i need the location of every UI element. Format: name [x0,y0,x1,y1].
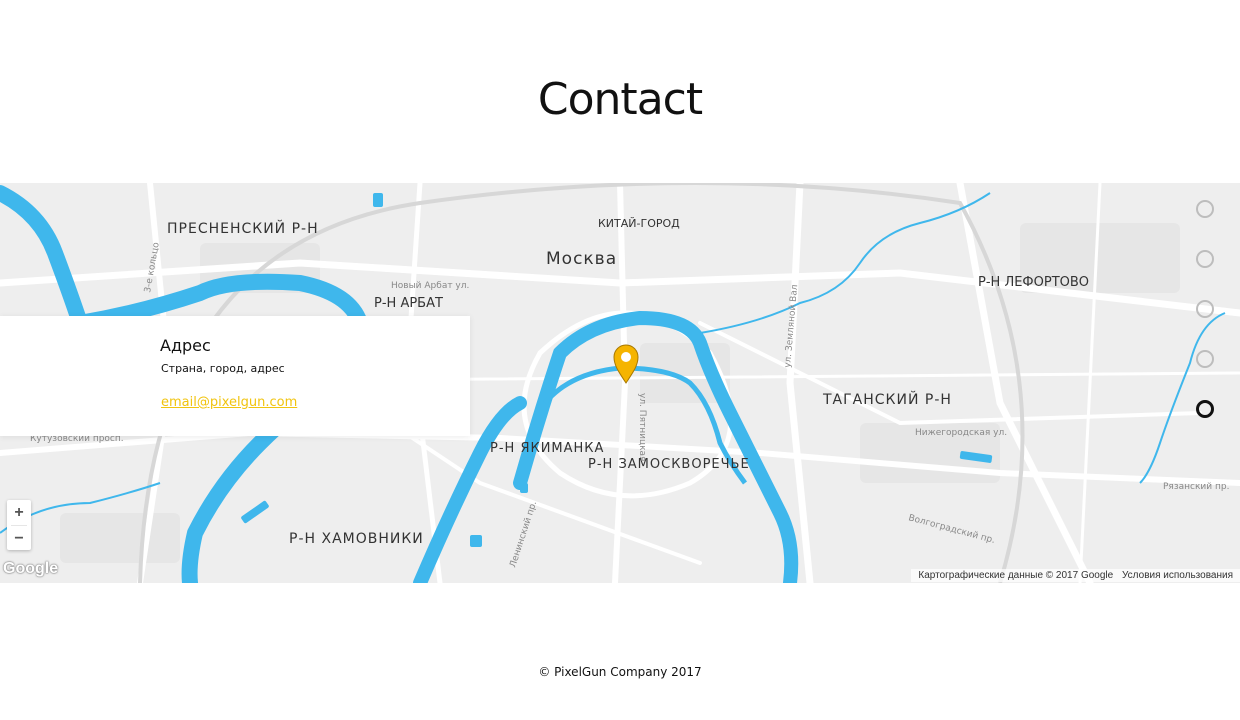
label-khamovniki: Р-Н ХАМОВНИКИ [289,531,424,547]
label-zamoskvorechye: Р-Н ЗАМОСКВОРЕЧЬЕ [588,457,750,472]
label-tagansky: ТАГАНСКИЙ Р-Н [822,390,952,408]
nav-dot-3[interactable] [1196,300,1214,318]
nav-dot-2[interactable] [1196,250,1214,268]
zoom-out-button[interactable]: − [7,526,31,551]
map[interactable]: ПРЕСНЕНСКИЙ Р-Н КИТАЙ-ГОРОД Москва Р-Н А… [0,183,1240,583]
label-kitai-gorod: КИТАЙ-ГОРОД [598,217,680,230]
email-link[interactable]: email@pixelgun.com [161,395,297,410]
page-title: Contact [537,74,703,125]
label-moskva: Москва [546,249,617,269]
address-text: Страна, город, адрес [161,362,285,375]
zoom-control: + − [7,500,31,550]
contact-card: Адрес Страна, город, адрес email@pixelgu… [0,316,470,436]
nav-dot-1[interactable] [1196,200,1214,218]
label-yakimanka: Р-Н ЯКИМАНКА [490,441,604,456]
zoom-in-button[interactable]: + [7,500,31,525]
street-ryazansky: Рязанский пр. [1163,482,1229,492]
label-presnensky: ПРЕСНЕНСКИЙ Р-Н [167,219,319,237]
label-arbat: Р-Н АРБАТ [374,296,443,311]
label-lefortovo: Р-Н ЛЕФОРТОВО [978,275,1089,290]
street-nizhegorodskaya: Нижегородская ул. [915,428,1007,438]
street-pyatnitskaya: ул. Пятницкая [637,393,647,461]
footer-copyright: © PixelGun Company 2017 [538,665,702,679]
google-logo[interactable]: Google [3,560,58,578]
nav-dot-4[interactable] [1196,350,1214,368]
map-attribution: Картографические данные © 2017 Google Ус… [911,569,1240,582]
terms-link[interactable]: Условия использования [1122,570,1233,581]
nav-dot-5[interactable] [1196,400,1214,418]
map-data-credit[interactable]: Картографические данные © 2017 Google [918,570,1113,581]
street-novy-arbat: Новый Арбат ул. [391,281,469,291]
address-heading: Адрес [160,336,211,355]
